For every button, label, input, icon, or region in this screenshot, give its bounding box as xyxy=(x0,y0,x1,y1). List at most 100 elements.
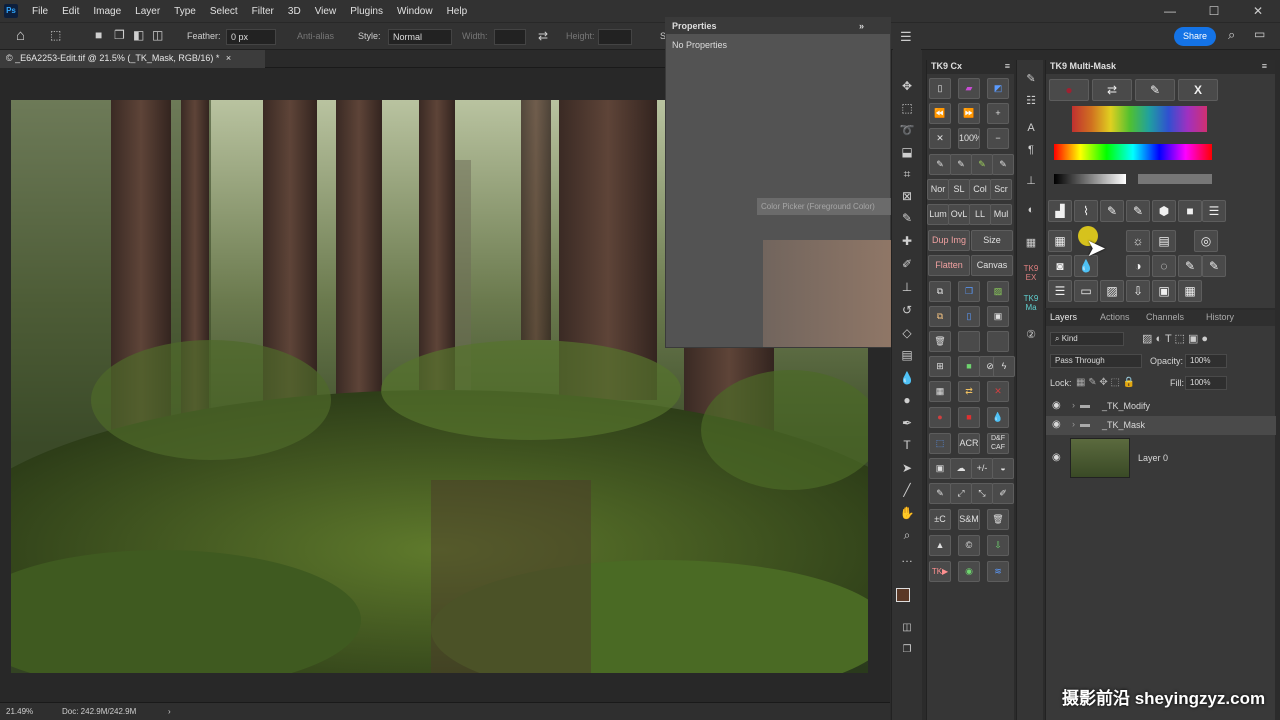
zoom-icon[interactable]: ⌕ xyxy=(898,527,916,543)
brush-black-icon[interactable]: ✎ xyxy=(1202,255,1226,277)
black-brush-icon[interactable]: ✎ xyxy=(929,154,951,175)
menu-layer[interactable]: Layer xyxy=(135,6,160,17)
antialias-checkbox[interactable]: Anti-alias xyxy=(297,31,334,41)
maximize-button[interactable]: ☐ xyxy=(1192,0,1236,22)
image-mask-icon[interactable]: ▨ xyxy=(1100,280,1124,302)
height-input[interactable] xyxy=(598,29,632,45)
eyedropper-button[interactable]: ✎ xyxy=(1135,79,1175,101)
color-icon[interactable]: ◐ xyxy=(1023,204,1039,218)
swatches-icon[interactable]: ▦ xyxy=(1023,236,1039,250)
blend-mode-select[interactable]: Pass Through xyxy=(1050,354,1142,368)
tk9-ex-icon[interactable]: TK9 EX xyxy=(1023,264,1039,282)
selection-icon[interactable]: ⊞ xyxy=(929,356,951,377)
hand-icon[interactable]: ✋ xyxy=(898,505,916,521)
copyright-button[interactable]: © xyxy=(958,535,980,556)
share-button[interactable]: Share xyxy=(1174,27,1216,46)
layer-row-layer-0[interactable]: ◉ Layer 0 xyxy=(1046,438,1276,480)
size-button[interactable]: Size xyxy=(971,230,1013,251)
blur-icon[interactable]: 💧 xyxy=(898,370,916,386)
camera-icon[interactable]: ◙ xyxy=(1048,255,1072,277)
new-layer-icon[interactable]: ▯ xyxy=(958,306,980,327)
clone-source-icon[interactable]: ⊥ xyxy=(1023,174,1039,188)
flatten-button[interactable]: Flatten xyxy=(928,255,970,276)
rewind-icon[interactable]: ⏪ xyxy=(929,103,951,124)
pen-icon[interactable]: ✒ xyxy=(898,415,916,431)
menu-help[interactable]: Help xyxy=(447,6,468,17)
rainbow-icon[interactable]: ◑ xyxy=(1126,255,1150,277)
blend-multiply-button[interactable]: Mul xyxy=(990,204,1012,225)
foreground-color-swatch[interactable] xyxy=(896,588,910,602)
gradient-icon[interactable]: ▤ xyxy=(898,347,916,363)
paragraph-icon[interactable]: ¶ xyxy=(1023,144,1039,158)
new-selection-icon[interactable]: ■ xyxy=(95,28,102,42)
tab-channels[interactable]: Channels xyxy=(1146,312,1184,322)
trash-icon[interactable]: 🗑 xyxy=(929,331,951,352)
subtract-selection-icon[interactable]: ◧ xyxy=(133,28,144,42)
swap-icon[interactable]: ⇄ xyxy=(958,381,980,402)
blend-luminosity-button[interactable]: Lum xyxy=(927,204,949,225)
more-tools-icon[interactable]: … xyxy=(898,550,916,566)
grid-icon[interactable]: ▦ xyxy=(1048,230,1072,252)
cloud-icon[interactable]: ☁ xyxy=(950,458,972,479)
triangle-icon[interactable]: ▲ xyxy=(929,535,951,556)
copy-layer-icon[interactable]: ⧉ xyxy=(929,306,951,327)
brush-settings-icon[interactable]: ✎ xyxy=(1023,72,1039,86)
saturation-slider[interactable] xyxy=(1138,174,1212,184)
multi-mask-menu-icon[interactable]: ≡ xyxy=(1262,61,1267,71)
square-icon[interactable]: ■ xyxy=(1178,200,1202,222)
trash-2-icon[interactable]: 🗑 xyxy=(987,509,1009,530)
menu-select[interactable]: Select xyxy=(210,6,238,17)
lasso-icon[interactable]: ➰ xyxy=(898,122,916,138)
adjustments-icon[interactable]: ☷ xyxy=(1023,94,1039,108)
menu-plugins[interactable]: Plugins xyxy=(350,6,383,17)
menu-image[interactable]: Image xyxy=(93,6,121,17)
stamp-icon[interactable]: ⊥ xyxy=(898,279,916,295)
add-selection-icon[interactable]: ❐ xyxy=(114,28,125,42)
plus-minus-button[interactable]: +/- xyxy=(971,458,993,479)
expand-icon[interactable]: ⤢ xyxy=(950,483,972,504)
film-icon[interactable]: ▣ xyxy=(1152,280,1176,302)
marquee-preset-icon[interactable]: ⬚ xyxy=(50,28,61,42)
marquee-frame-icon[interactable]: ⬚ xyxy=(929,433,951,454)
tab-actions[interactable]: Actions xyxy=(1100,312,1130,322)
quick-mask-icon[interactable]: ◫ xyxy=(898,620,916,636)
menu-file[interactable]: File xyxy=(32,6,48,17)
menu-view[interactable]: View xyxy=(315,6,337,17)
menu-edit[interactable]: Edit xyxy=(62,6,79,17)
eraser-icon[interactable]: ◇ xyxy=(898,325,916,341)
character-icon[interactable]: A xyxy=(1023,122,1039,136)
search-icon[interactable]: ⌕ xyxy=(1228,27,1235,43)
green-brush-icon[interactable]: ✎ xyxy=(971,154,993,175)
feather-input[interactable]: 0 px xyxy=(226,29,276,45)
dodge-burn-button[interactable]: D&F CAF xyxy=(987,433,1009,454)
rgb-icon[interactable]: ◩ xyxy=(987,78,1009,99)
close-tab-icon[interactable]: × xyxy=(226,53,231,63)
download-icon[interactable]: ⇩ xyxy=(987,535,1009,556)
group-expand-icon[interactable]: › xyxy=(1072,419,1075,429)
sun-icon[interactable]: ☼ xyxy=(1126,230,1150,252)
lightning-icon[interactable]: ϟ xyxy=(993,356,1015,377)
blank-1-icon[interactable] xyxy=(958,331,980,352)
folder-icon[interactable]: ▭ xyxy=(1074,280,1098,302)
histogram-icon[interactable]: ▟ xyxy=(1048,200,1072,222)
white-brush-icon[interactable]: ✎ xyxy=(950,154,972,175)
menu-3d[interactable]: 3D xyxy=(288,6,301,17)
workspace-icon[interactable]: ▭ xyxy=(1254,27,1265,41)
eyedropper-icon[interactable]: ✎ xyxy=(898,210,916,226)
swap-dimensions-icon[interactable]: ⇄ xyxy=(538,29,548,43)
minimize-button[interactable]: — xyxy=(1148,0,1192,22)
dropper-icon[interactable]: ✎ xyxy=(929,483,951,504)
menu-lines-icon[interactable]: ☰ xyxy=(1202,200,1226,222)
canvas-button[interactable]: Canvas xyxy=(971,255,1013,276)
brush-mask-icon[interactable]: ✎ xyxy=(1100,200,1124,222)
blend-overlay-button[interactable]: OvL xyxy=(948,204,970,225)
color-layer-icon[interactable]: ▰ xyxy=(958,78,980,99)
close-window-button[interactable]: ✕ xyxy=(1236,0,1280,22)
type-icon[interactable]: T xyxy=(898,437,916,453)
menu-filter[interactable]: Filter xyxy=(252,6,274,17)
group-icon[interactable]: ▣ xyxy=(987,306,1009,327)
blend-softlight-button[interactable]: SL xyxy=(948,179,970,200)
opacity-input[interactable]: 100% xyxy=(1185,354,1227,368)
red-square-icon[interactable]: ■ xyxy=(958,407,980,428)
color-swatch-strip[interactable] xyxy=(1072,106,1207,132)
